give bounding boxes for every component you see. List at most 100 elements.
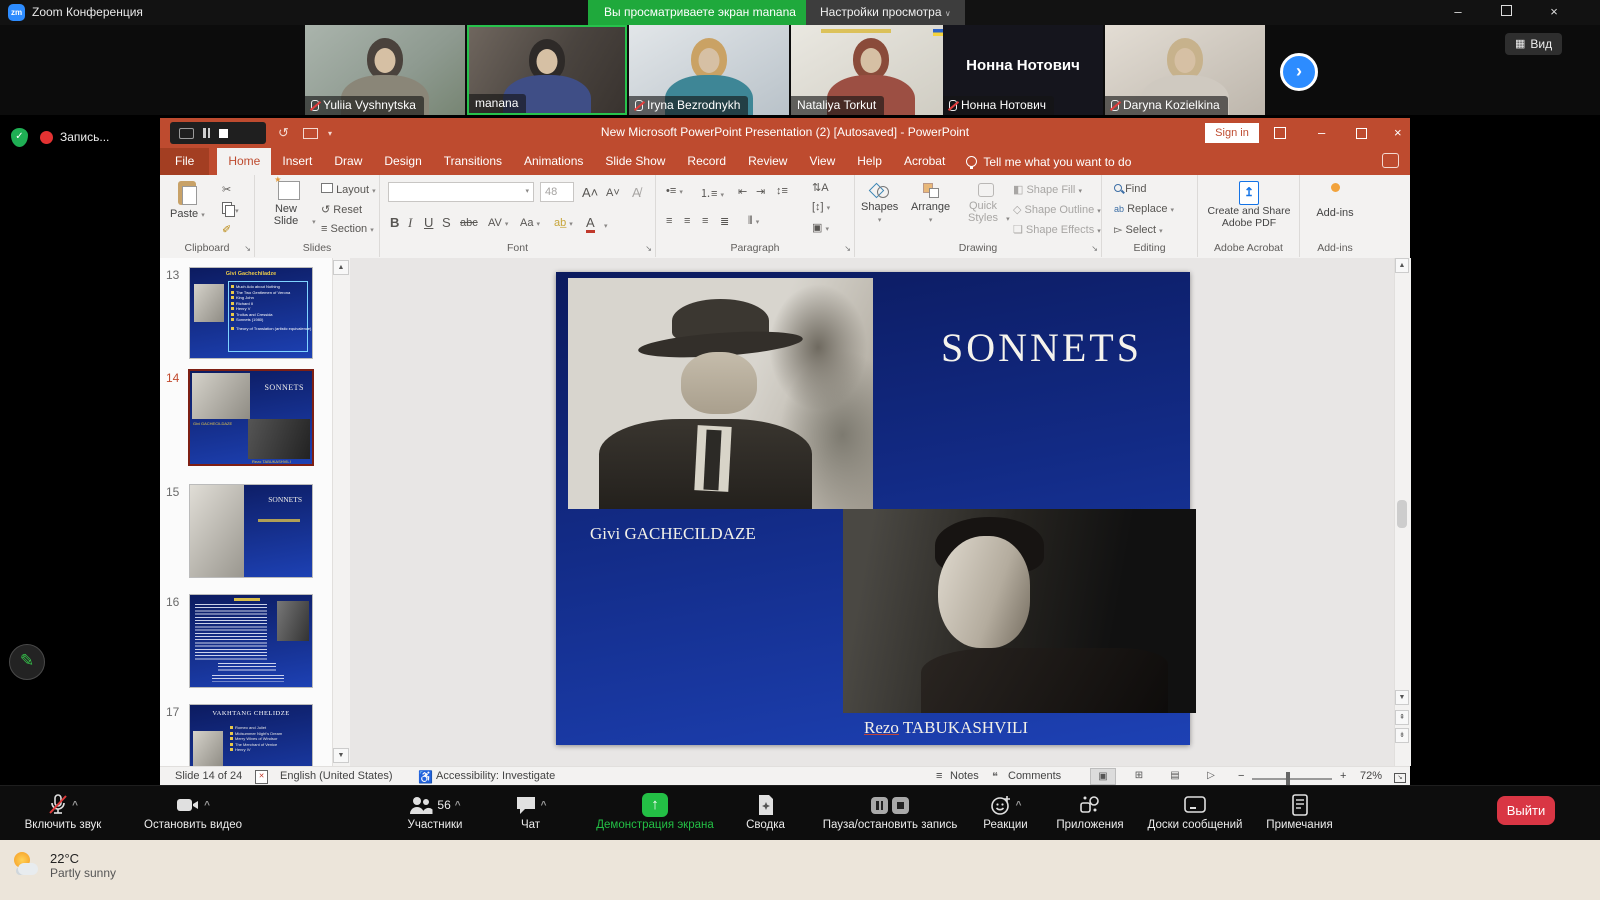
accessibility-status[interactable]: Accessibility: Investigate bbox=[436, 770, 555, 782]
shadow-button[interactable]: S bbox=[442, 215, 451, 230]
tab-design[interactable]: Design bbox=[373, 148, 432, 175]
font-color-dropdown[interactable]: ▾ bbox=[604, 219, 608, 231]
font-dialog-launcher[interactable]: ↘ bbox=[645, 244, 652, 253]
zoom-level[interactable]: 72% bbox=[1360, 770, 1382, 782]
shape-effects-button[interactable]: ❏ Shape Effects ▾ bbox=[1013, 223, 1101, 236]
participant-tile[interactable]: Daryna Kozielkina bbox=[1105, 25, 1265, 115]
chat-chevron[interactable]: ^ bbox=[541, 800, 547, 811]
window-restore-button[interactable] bbox=[1356, 127, 1367, 142]
clear-formatting-icon[interactable]: A̸ bbox=[632, 185, 641, 200]
font-size-combo[interactable]: 48 bbox=[540, 182, 574, 202]
slide-thumbnail-16[interactable] bbox=[190, 595, 312, 687]
slideshow-view-button[interactable]: ▷ bbox=[1198, 768, 1224, 785]
addins-button[interactable]: Add-ins bbox=[1300, 183, 1370, 219]
participant-tile-camera-off[interactable]: Нонна Нотович Нонна Нотович bbox=[943, 25, 1103, 115]
scroll-up-button[interactable]: ▲ bbox=[1395, 258, 1409, 273]
stop-recording-icon[interactable] bbox=[892, 797, 909, 814]
zoom-in-button[interactable]: + bbox=[1340, 770, 1346, 782]
participant-tile[interactable]: Iryna Bezrodnykh bbox=[629, 25, 789, 115]
justify-icon[interactable]: ≣ bbox=[720, 215, 729, 228]
reactions-chevron[interactable]: ^ bbox=[1016, 800, 1022, 811]
minimize-button[interactable]: – bbox=[1438, 0, 1478, 25]
mic-options-chevron[interactable]: ^ bbox=[72, 800, 78, 811]
thumbnail-scroll-down[interactable]: ▼ bbox=[333, 748, 349, 763]
participant-tile-active-speaker[interactable]: manana bbox=[467, 25, 627, 115]
replace-button[interactable]: ab Replace ▾ bbox=[1114, 203, 1174, 215]
tab-draw[interactable]: Draw bbox=[323, 148, 373, 175]
align-left-icon[interactable]: ≡ bbox=[666, 215, 672, 227]
participants-button[interactable]: 56 ^ Участники bbox=[375, 792, 495, 831]
shapes-button[interactable]: Shapes▾ bbox=[861, 183, 898, 225]
tab-animations[interactable]: Animations bbox=[513, 148, 594, 175]
tab-insert[interactable]: Insert bbox=[271, 148, 323, 175]
numbering-button[interactable]: ⒈≡ ▾ bbox=[700, 185, 724, 201]
ribbon-display-options-button[interactable] bbox=[1274, 127, 1286, 142]
scroll-down-button[interactable]: ▼ bbox=[1395, 690, 1409, 705]
participant-tile[interactable]: Nataliya Torkut bbox=[791, 25, 951, 115]
comments-button[interactable]: Comments bbox=[1008, 770, 1061, 782]
chat-button[interactable]: ^ Чат bbox=[478, 792, 583, 831]
copy-icon[interactable]: ▾ bbox=[222, 201, 239, 216]
clipboard-dialog-launcher[interactable]: ↘ bbox=[244, 244, 251, 253]
unmute-button[interactable]: ^ Включить звук bbox=[3, 792, 123, 831]
slide-sorter-view-button[interactable]: ⊞ bbox=[1126, 768, 1152, 785]
tab-slide-show[interactable]: Slide Show bbox=[594, 148, 676, 175]
video-options-chevron[interactable]: ^ bbox=[204, 800, 210, 811]
participant-tile[interactable]: Yuliia Vyshnytska bbox=[305, 25, 465, 115]
shrink-font-icon[interactable]: A˅ bbox=[606, 187, 620, 199]
align-center-icon[interactable]: ≡ bbox=[684, 215, 690, 227]
reset-button[interactable]: ↺ Reset bbox=[321, 203, 362, 216]
thumbnail-scrollbar[interactable] bbox=[332, 258, 351, 766]
close-button[interactable]: × bbox=[1534, 0, 1574, 25]
notes-button[interactable]: Notes bbox=[950, 770, 979, 782]
zoom-slider-track[interactable] bbox=[1252, 778, 1332, 780]
next-slide-button[interactable]: ⇟ bbox=[1395, 728, 1409, 743]
shape-fill-button[interactable]: ◧ Shape Fill ▾ bbox=[1013, 183, 1082, 196]
zoom-slider-thumb[interactable] bbox=[1286, 772, 1290, 785]
font-color-button[interactable]: A bbox=[586, 215, 595, 233]
slide-14[interactable]: SONNETS Givi GACHECILDAZE Rezo TABUKASHV… bbox=[556, 272, 1190, 745]
reading-view-button[interactable]: ▤ bbox=[1162, 768, 1188, 785]
pause-recording-icon[interactable] bbox=[871, 797, 888, 814]
notes-button[interactable]: Примечания bbox=[1242, 792, 1357, 831]
tab-home[interactable]: Home bbox=[217, 148, 271, 175]
tab-help[interactable]: Help bbox=[846, 148, 893, 175]
slide-thumbnail-13[interactable]: Givi Gachechiladze Much Ado about Nothin… bbox=[190, 268, 312, 358]
find-button[interactable]: Find bbox=[1114, 183, 1146, 195]
tab-acrobat[interactable]: Acrobat bbox=[893, 148, 956, 175]
align-right-icon[interactable]: ≡ bbox=[702, 215, 708, 227]
tab-record[interactable]: Record bbox=[676, 148, 737, 175]
language-status[interactable]: English (United States) bbox=[280, 770, 393, 782]
maximize-button[interactable] bbox=[1486, 0, 1526, 25]
window-minimize-button[interactable]: – bbox=[1318, 125, 1325, 140]
italic-button[interactable]: I bbox=[408, 215, 412, 231]
character-spacing-button[interactable]: AV ▾ bbox=[488, 217, 508, 229]
shape-outline-button[interactable]: ◇ Shape Outline ▾ bbox=[1013, 203, 1101, 216]
text-direction-icon[interactable]: ⇅A bbox=[812, 181, 829, 194]
new-slide-button[interactable]: New Slide ▾ bbox=[263, 181, 316, 227]
create-pdf-button[interactable]: ↥ Create and Share Adobe PDF bbox=[1198, 181, 1300, 229]
participants-chevron[interactable]: ^ bbox=[455, 800, 461, 811]
arrange-button[interactable]: Arrange▾ bbox=[911, 183, 950, 225]
next-participants-button[interactable]: › bbox=[1280, 53, 1318, 91]
summary-button[interactable]: Сводка bbox=[713, 792, 818, 831]
annotate-pencil-button[interactable]: ✎ bbox=[9, 644, 45, 680]
cut-icon[interactable]: ✂ bbox=[222, 183, 231, 196]
sign-in-button[interactable]: Sign in bbox=[1205, 123, 1259, 143]
leave-meeting-button[interactable]: Выйти bbox=[1497, 796, 1555, 825]
tab-review[interactable]: Review bbox=[737, 148, 798, 175]
select-button[interactable]: ▻ Select ▾ bbox=[1114, 223, 1163, 236]
align-text-icon[interactable]: [↕] ▾ bbox=[812, 201, 830, 213]
zoom-out-button[interactable]: − bbox=[1238, 770, 1244, 782]
tab-file[interactable]: File bbox=[160, 148, 209, 175]
strikethrough-button[interactable]: abc bbox=[460, 217, 478, 229]
thumbnail-scroll-up[interactable]: ▲ bbox=[333, 260, 349, 275]
drawing-dialog-launcher[interactable]: ↘ bbox=[1091, 244, 1098, 253]
bullets-button[interactable]: •≡ ▾ bbox=[666, 185, 683, 197]
spellcheck-icon[interactable]: ✕ bbox=[255, 770, 268, 784]
tab-view[interactable]: View bbox=[798, 148, 846, 175]
underline-button[interactable]: U bbox=[424, 215, 433, 230]
columns-icon[interactable]: ⫴ ▾ bbox=[748, 215, 759, 228]
slide-thumbnail-14-selected[interactable]: SONNETS Givi GACHECILDAZE Rezo TABUKASHV… bbox=[190, 371, 312, 464]
format-painter-icon[interactable]: ✐ bbox=[222, 223, 231, 236]
